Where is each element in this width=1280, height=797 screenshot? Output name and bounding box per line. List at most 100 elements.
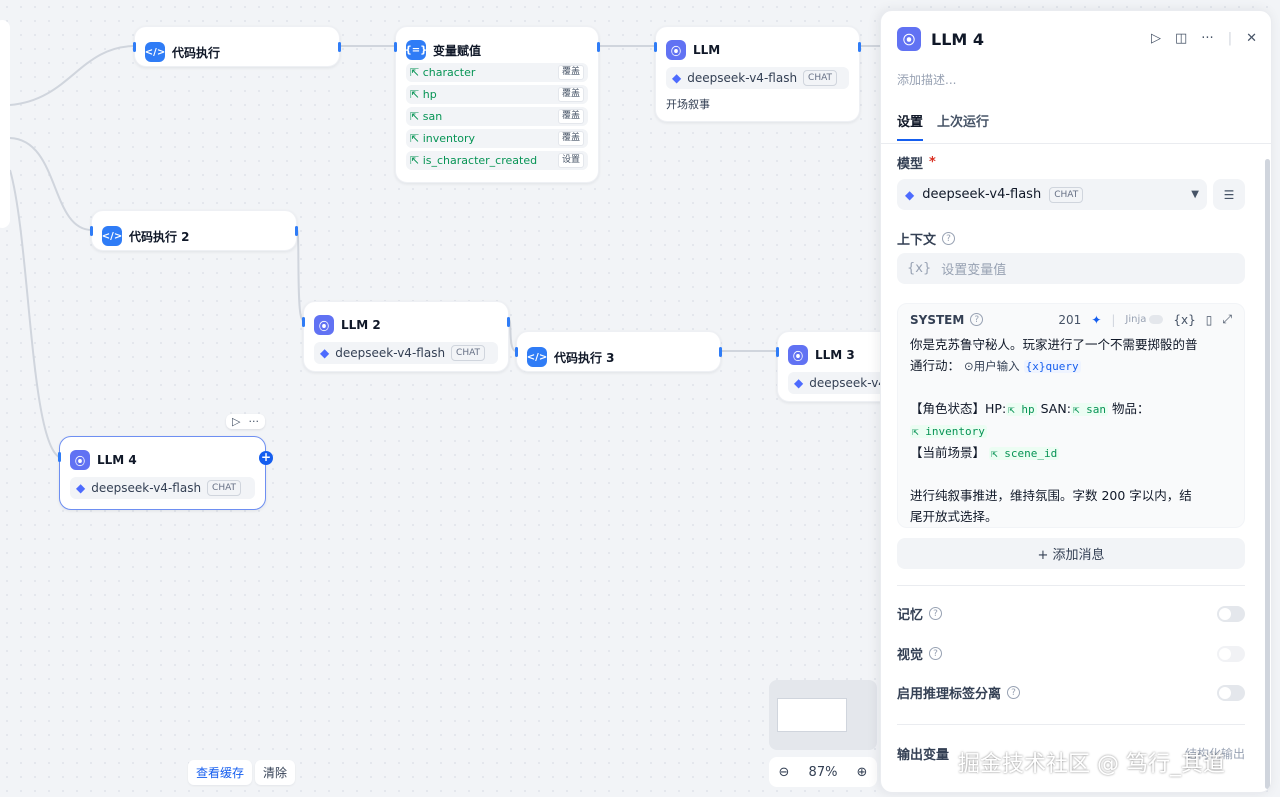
model-name: deepseek-v4 bbox=[809, 376, 886, 390]
tab-settings[interactable]: 设置 bbox=[897, 111, 924, 141]
var-name: hp bbox=[422, 88, 437, 101]
sparkle-icon[interactable]: ✦ bbox=[1091, 313, 1101, 327]
var-op-badge: 覆盖 bbox=[557, 87, 584, 102]
var-ref: ⇱ san bbox=[1070, 403, 1109, 416]
output-handle[interactable] bbox=[719, 347, 722, 357]
deepseek-icon: ◆ bbox=[905, 187, 915, 202]
run-node-icon[interactable]: ▷ bbox=[232, 415, 240, 428]
zoom-in-icon[interactable]: ⊕ bbox=[857, 765, 868, 780]
input-handle[interactable] bbox=[58, 452, 61, 462]
close-icon[interactable]: ✕ bbox=[1246, 31, 1257, 46]
model-name: deepseek-v4-flash bbox=[687, 71, 798, 85]
help-icon[interactable]: ? bbox=[929, 647, 943, 660]
node-code-exec-1[interactable]: </> 代码执行 bbox=[133, 26, 341, 67]
input-handle[interactable] bbox=[776, 347, 779, 357]
clipboard-icon[interactable]: ▯ bbox=[1206, 313, 1213, 327]
node-variable-assign[interactable]: {=} 变量赋值 ⇱ character 覆盖 ⇱ hp 覆盖 ⇱ san 覆盖… bbox=[394, 26, 600, 183]
help-icon[interactable]: ? bbox=[1007, 686, 1021, 699]
var-ref: ⇱ scene_id bbox=[989, 447, 1060, 460]
start-node-stub[interactable] bbox=[0, 20, 10, 228]
tab-last-run[interactable]: 上次运行 bbox=[937, 111, 989, 141]
vision-row: 视觉 ? bbox=[897, 644, 1245, 663]
output-handle[interactable] bbox=[597, 42, 600, 52]
query-var-ref: {x}query bbox=[1023, 360, 1081, 373]
vision-toggle[interactable] bbox=[1217, 645, 1245, 662]
deepseek-icon: ◆ bbox=[320, 346, 330, 360]
var-row: ⇱ character 覆盖 bbox=[406, 63, 588, 82]
more-icon[interactable]: ··· bbox=[248, 415, 259, 428]
add-next-node-button[interactable]: + bbox=[259, 451, 273, 465]
model-params-button[interactable]: ☰ bbox=[1213, 179, 1245, 210]
node-title: 代码执行 bbox=[172, 45, 221, 60]
chat-tag: CHAT bbox=[207, 480, 242, 496]
var-row: ⇱ is_character_created 设置 bbox=[406, 151, 588, 170]
node-llm-4[interactable]: ⦿ LLM 4 ◆ deepseek-v4-flash CHAT bbox=[58, 436, 266, 510]
help-icon[interactable]: ? bbox=[929, 607, 943, 620]
zoom-out-icon[interactable]: ⊖ bbox=[779, 765, 790, 780]
model-name: deepseek-v4-flash bbox=[922, 187, 1042, 202]
node-title: LLM 2 bbox=[341, 318, 381, 332]
context-variable-select[interactable]: {x} 设置变量值 bbox=[897, 253, 1245, 284]
clear-button[interactable]: 清除 bbox=[255, 760, 296, 785]
minimap[interactable] bbox=[769, 680, 877, 750]
add-message-button[interactable]: + 添加消息 bbox=[897, 538, 1245, 569]
split-view-icon[interactable]: ◫ bbox=[1175, 31, 1187, 46]
sliders-icon: ☰ bbox=[1223, 187, 1235, 202]
memory-toggle[interactable] bbox=[1217, 605, 1245, 622]
panel-scrollbar[interactable] bbox=[1265, 159, 1270, 789]
minimap-viewport[interactable] bbox=[777, 698, 847, 732]
system-prompt-editor[interactable]: SYSTEM? 201 ✦ | Jinja {x} ▯ ⤢ 你是克苏鲁守秘人。玩… bbox=[897, 303, 1245, 528]
var-ref: ⇱ inventory bbox=[910, 425, 987, 438]
input-handle[interactable] bbox=[515, 347, 518, 357]
system-prompt-text[interactable]: 你是克苏鲁守秘人。玩家进行了一个不需要掷骰的普 通行动： ⊙用户输入 {x}qu… bbox=[910, 334, 1232, 527]
deepseek-icon: ◆ bbox=[794, 376, 804, 390]
output-handle[interactable] bbox=[858, 42, 861, 52]
description-input[interactable]: 添加描述... bbox=[897, 71, 956, 88]
llm-icon: ⦿ bbox=[70, 450, 90, 470]
var-row: ⇱ hp 覆盖 bbox=[406, 85, 588, 104]
deepseek-icon: ◆ bbox=[76, 481, 86, 495]
model-name: deepseek-v4-flash bbox=[335, 346, 446, 360]
node-description: 开场叙事 bbox=[666, 98, 710, 111]
model-label: 模型 * bbox=[897, 155, 936, 172]
insert-variable-icon[interactable]: {x} bbox=[1173, 313, 1195, 327]
node-title: LLM bbox=[693, 43, 721, 57]
panel-title[interactable]: LLM 4 bbox=[931, 30, 984, 49]
reasoning-tag-row: 启用推理标签分离 ? bbox=[897, 683, 1245, 702]
chat-tag: CHAT bbox=[451, 345, 486, 361]
jinja-toggle[interactable]: Jinja bbox=[1125, 314, 1164, 325]
chat-tag: CHAT bbox=[1049, 186, 1084, 203]
help-icon[interactable]: ? bbox=[942, 232, 956, 245]
code-icon: </> bbox=[527, 347, 547, 367]
view-cache-button[interactable]: 查看缓存 bbox=[188, 760, 253, 785]
reasoning-tag-toggle[interactable] bbox=[1217, 684, 1245, 701]
memory-row: 记忆 ? bbox=[897, 604, 1245, 623]
input-handle[interactable] bbox=[133, 42, 136, 52]
code-icon: </> bbox=[145, 42, 165, 62]
var-name: inventory bbox=[422, 132, 476, 145]
input-handle[interactable] bbox=[90, 226, 93, 236]
model-name: deepseek-v4-flash bbox=[91, 481, 202, 495]
var-name: character bbox=[422, 66, 476, 79]
node-llm-1[interactable]: ⦿ LLM ◆ deepseek-v4-flash CHAT 开场叙事 bbox=[654, 26, 861, 122]
context-label: 上下文 ? bbox=[897, 229, 956, 248]
system-prompt-header: SYSTEM? 201 ✦ | Jinja {x} ▯ ⤢ bbox=[910, 312, 1232, 327]
node-code-exec-3[interactable]: </> 代码执行 3 bbox=[515, 331, 722, 372]
output-handle[interactable] bbox=[295, 226, 298, 236]
model-pill: ◆ deepseek-v4-flash CHAT bbox=[314, 342, 498, 364]
output-handle[interactable] bbox=[338, 42, 341, 52]
input-handle[interactable] bbox=[654, 42, 657, 52]
node-code-exec-2[interactable]: </> 代码执行 2 bbox=[90, 210, 298, 251]
input-handle[interactable] bbox=[302, 317, 305, 327]
run-icon[interactable]: ▷ bbox=[1151, 31, 1161, 46]
help-icon[interactable]: ? bbox=[970, 313, 984, 326]
output-handle[interactable] bbox=[507, 317, 510, 327]
var-name: san bbox=[422, 110, 443, 123]
model-select[interactable]: ◆ deepseek-v4-flash CHAT ▼ bbox=[897, 179, 1207, 210]
input-handle[interactable] bbox=[394, 42, 397, 52]
expand-icon[interactable]: ⤢ bbox=[1222, 312, 1232, 327]
node-llm-2[interactable]: ⦿ LLM 2 ◆ deepseek-v4-flash CHAT bbox=[302, 301, 510, 372]
zoom-level[interactable]: 87% bbox=[809, 765, 838, 780]
var-row: ⇱ inventory 覆盖 bbox=[406, 129, 588, 148]
more-icon[interactable]: ··· bbox=[1201, 31, 1213, 46]
